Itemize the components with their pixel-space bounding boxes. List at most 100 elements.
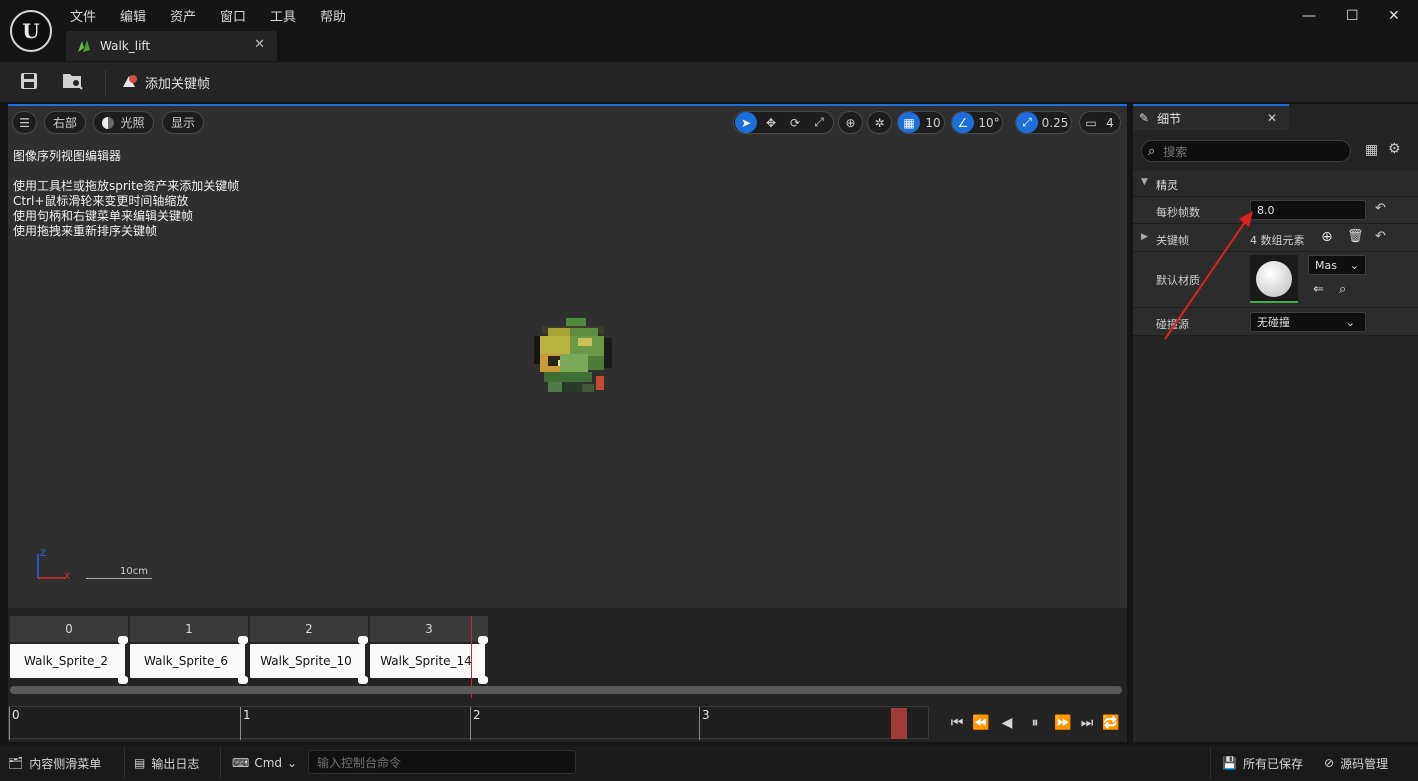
source-control-button[interactable]: ⊘ 源码管理 (1324, 749, 1388, 777)
loop-icon[interactable]: 🔁 (1100, 712, 1122, 734)
tab-label: Walk_lift (100, 39, 151, 53)
content-drawer-label: 内容侧滑菜单 (29, 756, 102, 771)
view-mode-label: 右部 (52, 116, 77, 130)
keyframe-handle-0[interactable] (118, 636, 128, 684)
menu-window[interactable]: 窗口 (220, 6, 246, 25)
tab-walk-lift[interactable]: Walk_lift ✕ (66, 31, 277, 61)
axis-x-label: X (64, 572, 71, 582)
browse-asset-icon[interactable] (62, 71, 84, 91)
all-saved-button[interactable]: 💾 所有已保存 (1222, 749, 1303, 777)
material-dropdown[interactable]: Mas ⌄ (1308, 255, 1366, 275)
unreal-logo[interactable]: U (10, 10, 52, 52)
grid-snap-icon[interactable]: ▦ (898, 112, 920, 133)
sprite-preview[interactable] (520, 314, 616, 410)
globe-icon: ⊕ (845, 115, 856, 130)
viewport-title: 图像序列视图编辑器 (13, 149, 122, 163)
table-view-icon[interactable]: ▦ (1365, 142, 1378, 158)
output-log-label: 输出日志 (151, 756, 200, 771)
details-panel: ✎ 细节 ✕ ⌕ 搜索 ▦ ⚙ ▼ 精灵 每秒帧数 8.0 ↶ ▶ 关键帧 4 … (1133, 104, 1418, 742)
close-icon[interactable]: ✕ (1388, 8, 1400, 24)
material-dropdown-value: Mas (1315, 258, 1337, 272)
minimize-icon[interactable]: — (1302, 8, 1316, 24)
settings-gear-icon[interactable]: ⚙ (1388, 141, 1401, 157)
menu-tools[interactable]: 工具 (270, 6, 296, 25)
category-sprite[interactable]: ▼ 精灵 (1133, 171, 1418, 197)
browse-material-icon[interactable]: ⌕ (1339, 282, 1346, 297)
rotation-snap-value[interactable]: 10° (976, 111, 1002, 134)
select-tool-icon[interactable]: ➤ (735, 112, 757, 133)
collapse-arrow-icon: ▼ (1141, 177, 1148, 187)
scale-tool-icon[interactable]: ⤢ (808, 111, 830, 134)
step-back-icon[interactable]: ⏪ (970, 712, 992, 734)
close-tab-icon[interactable]: ✕ (254, 37, 265, 52)
skip-to-end-icon[interactable]: ⏭ (1076, 712, 1098, 734)
frame-index-1: 1 (130, 616, 248, 642)
details-tab-label: 细节 (1157, 111, 1182, 126)
keyframe-3[interactable]: Walk_Sprite_14 (370, 644, 482, 678)
delete-icon[interactable]: 🗑 (1347, 229, 1364, 244)
menu-help[interactable]: 帮助 (320, 6, 346, 25)
lighting-button[interactable]: 光照 (93, 111, 154, 134)
keyframe-handle-1[interactable] (238, 636, 248, 684)
viewport[interactable]: ☰ 右部 光照 显示 ➤ ✥ ⟳ ⤢ ⊕ ✲ ▦ 10 ∠ 10° ⤢ 0.25… (8, 104, 1127, 608)
timeline-panel: 0 1 2 3 Walk_Sprite_2 Walk_Sprite_6 Walk… (8, 608, 1127, 742)
scale-bar (86, 578, 152, 579)
details-tab[interactable]: ✎ 细节 ✕ (1133, 104, 1289, 130)
rotate-tool-icon[interactable]: ⟳ (784, 111, 806, 134)
keyframe-0[interactable]: Walk_Sprite_2 (10, 644, 122, 678)
playback-position-marker[interactable] (891, 708, 907, 739)
source-control-label: 源码管理 (1340, 756, 1389, 771)
show-button[interactable]: 显示 (162, 111, 204, 134)
maximize-icon[interactable]: ☐ (1346, 8, 1359, 24)
terminal-icon: ⌨ (232, 756, 250, 770)
menu-asset[interactable]: 资产 (170, 6, 196, 25)
details-pencil-icon: ✎ (1139, 111, 1150, 125)
add-keyframe-icon (123, 75, 137, 87)
keyframe-handle-2[interactable] (358, 636, 368, 684)
fps-input[interactable]: 8.0 (1250, 200, 1366, 220)
collision-dropdown[interactable]: 无碰撞 ⌄ (1250, 312, 1366, 332)
cmd-dropdown[interactable]: ⌨ Cmd ⌄ (232, 749, 297, 777)
add-keyframe-button[interactable]: 添加关键帧 (120, 70, 210, 94)
keyframe-1[interactable]: Walk_Sprite_6 (130, 644, 242, 678)
output-log-button[interactable]: ▤ 输出日志 (134, 749, 199, 777)
surface-snap-icon: ✲ (874, 115, 885, 130)
timeline-scrollbar[interactable] (10, 686, 1122, 694)
step-forward-icon[interactable]: ⏩ (1052, 712, 1074, 734)
keyframe-handle-3[interactable] (478, 636, 488, 684)
content-drawer-button[interactable]: 🗂 内容侧滑菜单 (8, 749, 101, 777)
pause-icon[interactable]: ⏸ (1024, 712, 1046, 734)
cmd-label: Cmd (254, 756, 283, 770)
reset-keyframes-icon[interactable]: ↶ (1375, 229, 1386, 244)
scale-snap-value[interactable]: 0.25 (1040, 111, 1070, 134)
camera-speed-value[interactable]: 4 (1101, 111, 1119, 134)
ruler-label-3: 3 (702, 708, 710, 722)
move-tool-icon[interactable]: ✥ (760, 111, 782, 134)
viewport-hint-1: 使用工具栏或拖放sprite资产来添加关键帧 (13, 179, 240, 193)
scale-snap-icon[interactable]: ⤢ (1016, 112, 1038, 133)
play-reverse-icon[interactable]: ◀ (996, 712, 1018, 734)
flipbook-icon (78, 40, 90, 52)
title-bar: U 文件 编辑 资产 窗口 工具 帮助 Walk_lift ✕ — ☐ ✕ (0, 0, 1418, 62)
reset-fps-icon[interactable]: ↶ (1375, 201, 1386, 216)
viewport-menu-button[interactable]: ☰ (12, 111, 37, 134)
menu-file[interactable]: 文件 (70, 6, 96, 25)
search-icon: ⌕ (1148, 143, 1156, 159)
view-mode-button[interactable]: 右部 (44, 111, 86, 134)
skip-to-start-icon[interactable]: ⏮ (946, 712, 968, 734)
status-bar: 🗂 内容侧滑菜单 ▤ 输出日志 ⌨ Cmd ⌄ 输入控制台命令 💾 所有已保存 … (0, 745, 1418, 781)
details-search-input[interactable]: ⌕ 搜索 (1141, 140, 1351, 162)
save-icon[interactable] (20, 72, 38, 90)
time-ruler[interactable]: 0 1 2 3 (8, 706, 929, 740)
grid-snap-value[interactable]: 10 (922, 111, 944, 134)
menu-edit[interactable]: 编辑 (120, 6, 146, 25)
use-selected-asset-icon[interactable]: ⇐ (1313, 282, 1324, 297)
add-element-icon[interactable]: ⊕ (1321, 229, 1333, 245)
console-input[interactable]: 输入控制台命令 (308, 750, 576, 774)
close-details-icon[interactable]: ✕ (1267, 111, 1277, 125)
expand-arrow-icon[interactable]: ▶ (1141, 232, 1148, 242)
ruler-label-0: 0 (12, 708, 20, 722)
hamburger-icon: ☰ (19, 115, 30, 130)
rotation-snap-icon[interactable]: ∠ (952, 112, 974, 133)
keyframe-2[interactable]: Walk_Sprite_10 (250, 644, 362, 678)
